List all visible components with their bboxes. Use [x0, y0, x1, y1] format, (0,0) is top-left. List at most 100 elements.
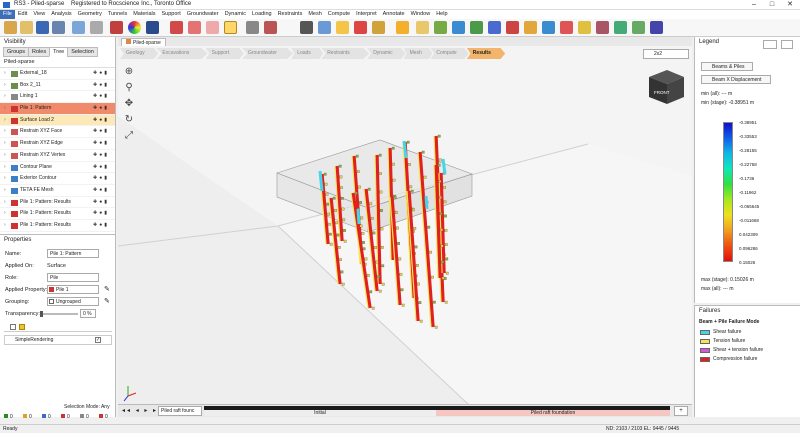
new-file-icon[interactable]	[4, 21, 17, 34]
expand-icon[interactable]: ›	[4, 150, 6, 162]
filter-select[interactable]: Beams & Piles	[701, 62, 753, 71]
mesh-icon[interactable]	[300, 21, 313, 34]
workflow-groundwater[interactable]: Groundwater	[242, 48, 294, 59]
workflow-geology[interactable]: Geology	[120, 48, 159, 59]
expand-icon[interactable]: ›	[4, 91, 6, 103]
visibility-toggles-icon[interactable]: ✚●▮	[93, 208, 109, 220]
annotate-icon[interactable]	[596, 21, 609, 34]
workflow-compute[interactable]: Compute	[430, 48, 469, 59]
visibility-toggles-icon[interactable]: ✚●▮	[93, 197, 109, 209]
grid-view-icon[interactable]	[19, 324, 25, 330]
stage-nav-icon[interactable]: ◂◂ ◂ ▸ ▸▸	[122, 407, 163, 414]
menu-groundwater[interactable]: Groundwater	[184, 10, 222, 19]
arrows-icon[interactable]	[542, 21, 555, 34]
layout-select[interactable]: 2x2	[643, 49, 689, 59]
visibility-toggles-icon[interactable]: ✚●▮	[93, 91, 109, 103]
maximize-icon[interactable]: □	[763, 0, 781, 10]
menu-view[interactable]: View	[30, 10, 48, 19]
compute-icon[interactable]	[396, 21, 409, 34]
zoom-icon[interactable]: ⚲	[122, 82, 136, 98]
box-tan-icon[interactable]	[372, 21, 385, 34]
3d-viewport[interactable]: FRONT	[118, 46, 692, 404]
stage-2-label[interactable]: Piled raft foundation	[436, 410, 670, 416]
menu-restraints[interactable]: Restraints	[275, 10, 306, 19]
pin-icon[interactable]	[560, 21, 573, 34]
menu-window[interactable]: Window	[408, 10, 434, 19]
rendering-row[interactable]: SimpleRendering ✓	[4, 335, 112, 345]
chart-icon[interactable]	[614, 21, 627, 34]
transparency-slider[interactable]	[40, 313, 78, 315]
visibility-toggles-icon[interactable]: ✚●▮	[93, 173, 109, 185]
select-cursor-icon[interactable]	[224, 21, 237, 34]
edit-grouping-icon[interactable]: ✎	[104, 297, 110, 305]
workflow-loads[interactable]: Loads	[291, 48, 324, 59]
ruler-icon[interactable]	[578, 21, 591, 34]
expand-icon[interactable]: ›	[4, 80, 6, 92]
menu-tunnels[interactable]: Tunnels	[105, 10, 130, 19]
query-icon[interactable]	[524, 21, 537, 34]
workflow-results[interactable]: Results	[466, 48, 506, 59]
rotate-icon[interactable]: ↻	[122, 114, 136, 130]
transparency-handle[interactable]	[40, 311, 43, 317]
tree-item[interactable]: › Contour Plane ✚●▮	[0, 162, 115, 174]
expand-icon[interactable]: ›	[4, 162, 6, 174]
sphere-icon[interactable]	[318, 21, 331, 34]
stage-select[interactable]: Piled raft founc	[158, 406, 202, 416]
menu-materials[interactable]: Materials	[130, 10, 158, 19]
applied-property-select[interactable]: Pile 1	[47, 285, 99, 294]
workflow-dynamic[interactable]: Dynamic	[367, 48, 406, 59]
role-select[interactable]: Pile	[47, 273, 99, 282]
workflow-support[interactable]: Support	[205, 48, 244, 59]
menu-compute[interactable]: Compute	[325, 10, 353, 19]
fit-icon[interactable]: ⤢	[122, 130, 136, 146]
tab-roles[interactable]: Roles	[28, 47, 51, 57]
menu-geometry[interactable]: Geometry	[75, 10, 105, 19]
visibility-toggles-icon[interactable]: ✚●▮	[93, 138, 109, 150]
profile-icon[interactable]	[632, 21, 645, 34]
visibility-toggles-icon[interactable]: ✚●▮	[93, 220, 109, 232]
redo-icon[interactable]	[90, 21, 103, 34]
menu-edit[interactable]: Edit	[15, 10, 30, 19]
visibility-toggles-icon[interactable]: ✚●▮	[93, 80, 109, 92]
cube-green-icon[interactable]	[434, 21, 447, 34]
tree-item[interactable]: › Surface Load 2 ✚●▮	[0, 114, 115, 127]
transparency-value[interactable]: 0 %	[80, 309, 96, 318]
visibility-toggles-icon[interactable]: ✚●▮	[93, 162, 109, 174]
save-icon[interactable]	[36, 21, 49, 34]
menu-interpret[interactable]: Interpret	[353, 10, 379, 19]
visibility-toggles-icon[interactable]: ✚●▮	[93, 68, 109, 80]
box-red-icon[interactable]	[354, 21, 367, 34]
visibility-toggles-icon[interactable]: ✚●▮	[93, 185, 109, 197]
tree-item[interactable]: › External_18 ✚●▮	[0, 68, 115, 80]
tree-item[interactable]: › Pile 1: Pattern ✚●▮	[0, 103, 115, 115]
grouping-select[interactable]: Ungrouped	[47, 297, 99, 306]
expand-icon[interactable]: ›	[4, 138, 6, 150]
cube-dark-green-icon[interactable]	[470, 21, 483, 34]
zoom-extents-icon[interactable]: ⊕	[122, 66, 136, 82]
expand-icon[interactable]: ›	[4, 103, 6, 115]
menu-annotate[interactable]: Annotate	[380, 10, 408, 19]
menu-help[interactable]: Help	[433, 10, 450, 19]
cube-navy-icon[interactable]	[488, 21, 501, 34]
tab-selection[interactable]: Selection	[67, 47, 98, 57]
tools-icon[interactable]	[506, 21, 519, 34]
expand-icon[interactable]: ›	[4, 197, 6, 209]
cube-pink-icon[interactable]	[188, 21, 201, 34]
legend-options-icon[interactable]	[763, 40, 777, 49]
cube-red-icon[interactable]	[170, 21, 183, 34]
tab-groups[interactable]: Groups	[3, 47, 30, 57]
tree-item[interactable]: › Exterior Contour ✚●▮	[0, 173, 115, 185]
print-icon[interactable]	[52, 21, 65, 34]
expand-icon[interactable]: ›	[4, 126, 6, 138]
display-icon[interactable]	[146, 21, 159, 34]
quantity-select[interactable]: Beam X Displacement	[701, 75, 771, 84]
menu-loading[interactable]: Loading	[249, 10, 275, 19]
cube-yellow-icon[interactable]	[416, 21, 429, 34]
visibility-toggles-icon[interactable]: ✚●▮	[93, 150, 109, 162]
expand-icon[interactable]: ›	[4, 68, 6, 80]
tree-item[interactable]: › Restrain XYZ Edge ✚●▮	[0, 138, 115, 150]
pan-icon[interactable]: ✥	[122, 98, 136, 114]
tree-item[interactable]: › Lining 1 ✚●▮	[0, 91, 115, 104]
cube-light-icon[interactable]	[206, 21, 219, 34]
zoom-icon[interactable]	[264, 21, 277, 34]
